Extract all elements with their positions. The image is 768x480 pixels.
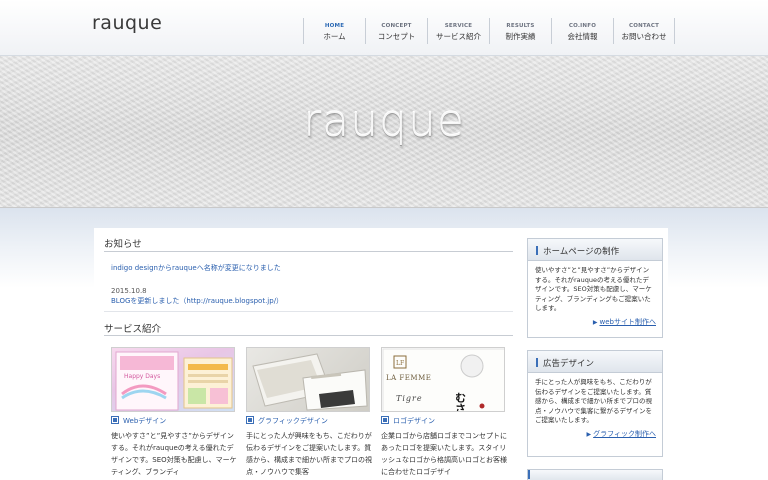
graphic-production-link[interactable]: ▶ グラフィック制作へ [528, 426, 662, 439]
nav-jp-label: コンセプト [377, 32, 416, 41]
logo-tigre: Tigre [396, 394, 423, 403]
news-date: 2015.10.8 [111, 287, 147, 295]
services-heading: サービス紹介 [104, 324, 162, 335]
sidebar-link-text: webサイト制作へ [599, 317, 656, 326]
svg-text:LF: LF [396, 360, 404, 367]
nav-en-label: CO.INFO [568, 23, 597, 29]
logo-design-thumbnail-art: LF LA FEMME Tigre むさしや [382, 348, 504, 412]
site-header: rauque HOME ホーム CONCEPT コンセプト SERVICE サー… [0, 0, 768, 56]
logo-la-femme: LA FEMME [386, 374, 431, 382]
sidebar-link-text: グラフィック制作へ [593, 429, 656, 438]
banner-text: Happy Days [124, 373, 160, 380]
nav-item-service[interactable]: SERVICE サービス紹介 [427, 18, 489, 44]
web-production-link[interactable]: ▶ webサイト制作へ [528, 314, 662, 327]
logo-musashiya: むさしや [454, 392, 467, 412]
news-heading: お知らせ [104, 239, 142, 250]
global-nav: HOME ホーム CONCEPT コンセプト SERVICE サービス紹介 RE… [303, 18, 675, 44]
nav-item-contact[interactable]: CONTACT お問い合わせ [613, 18, 675, 44]
nav-en-label: CONCEPT [381, 23, 412, 29]
arrow-right-icon: ▶ [586, 430, 592, 438]
news-divider [104, 251, 513, 252]
service-description: 手にとった人が興味をもち、こだわりが伝わるデザインをご提案いたします。質感から、… [246, 432, 372, 476]
service-description: 使いやすさ”と”見やすさ”からデザインする。それがrauqueの考える優れたデザ… [111, 432, 237, 476]
arrow-right-icon: ▶ [592, 318, 598, 326]
nav-en-label: CONTACT [628, 23, 660, 29]
nav-item-results[interactable]: RESULTS 制作実績 [489, 18, 551, 44]
service-label-text: グラフィックデザイン [258, 417, 328, 425]
web-design-thumbnail-art: Happy Days [115, 351, 233, 411]
service-label-text: ロゴデザイン [393, 417, 435, 425]
service-label-text: Webデザイン [123, 417, 167, 425]
nav-en-label: SERVICE [444, 23, 473, 29]
web-design-thumbnail[interactable]: Happy Days [111, 347, 235, 412]
square-bullet-icon [381, 416, 389, 424]
sidebar-box-title [528, 470, 662, 480]
nav-item-concept[interactable]: CONCEPT コンセプト [365, 18, 427, 44]
nav-jp-label: 会社情報 [567, 32, 598, 41]
nav-en-label: RESULTS [506, 23, 535, 29]
hero-logo: rauque [303, 96, 465, 147]
site-logo[interactable]: rauque [92, 12, 162, 34]
sidebar-box-homepage: ホームページの制作 使いやすさ”と”見やすさ”からデザインする。それがrauqu… [527, 238, 663, 338]
logo-design-thumbnail[interactable]: LF LA FEMME Tigre むさしや [381, 347, 505, 412]
nav-jp-label: 制作実績 [505, 32, 536, 41]
nav-item-coinfo[interactable]: CO.INFO 会社情報 [551, 18, 613, 44]
hero-banner: rauque [0, 56, 768, 208]
sidebar-box-body: 手にとった人が興味をもち、こだわりが伝わるデザインをご提案いたします。質感から、… [535, 378, 652, 424]
sidebar-box-partial [527, 469, 663, 480]
square-bullet-icon [246, 416, 254, 424]
nav-jp-label: サービス紹介 [436, 32, 481, 41]
service-label-logo[interactable]: ロゴデザイン [381, 416, 435, 426]
nav-jp-label: ホーム [323, 32, 346, 41]
sidebar-box-title: 広告デザイン [528, 351, 662, 373]
sidebar-box-body: 使いやすさ”と”見やすさ”からデザインする。それがrauqueの考える優れたデザ… [535, 266, 652, 312]
nav-item-home[interactable]: HOME ホーム [303, 18, 365, 44]
sidebar-box-advertising: 広告デザイン 手にとった人が興味をもち、こだわりが伝わるデザインをご提案いたしま… [527, 350, 663, 457]
nav-jp-label: お問い合わせ [621, 32, 667, 41]
graphic-design-thumbnail-art [252, 353, 368, 411]
service-label-graphic[interactable]: グラフィックデザイン [246, 416, 328, 426]
news-item[interactable]: indigo designからrauqueへ名称が変更になりました [111, 263, 281, 273]
square-bullet-icon [111, 416, 119, 424]
news-bottom-divider [104, 311, 513, 312]
service-label-web[interactable]: Webデザイン [111, 416, 167, 426]
graphic-design-thumbnail[interactable] [246, 347, 370, 412]
service-description: 企業ロゴから店舗ロゴまでコンセプトにあったロゴを提案いたします。スタイリッシュな… [381, 432, 507, 476]
services-divider [104, 335, 513, 336]
sidebar-box-title: ホームページの制作 [528, 239, 662, 261]
news-item[interactable]: BLOGを更新しました（http://rauque.blogspot.jp/） [111, 296, 283, 306]
nav-en-label: HOME [324, 23, 345, 29]
